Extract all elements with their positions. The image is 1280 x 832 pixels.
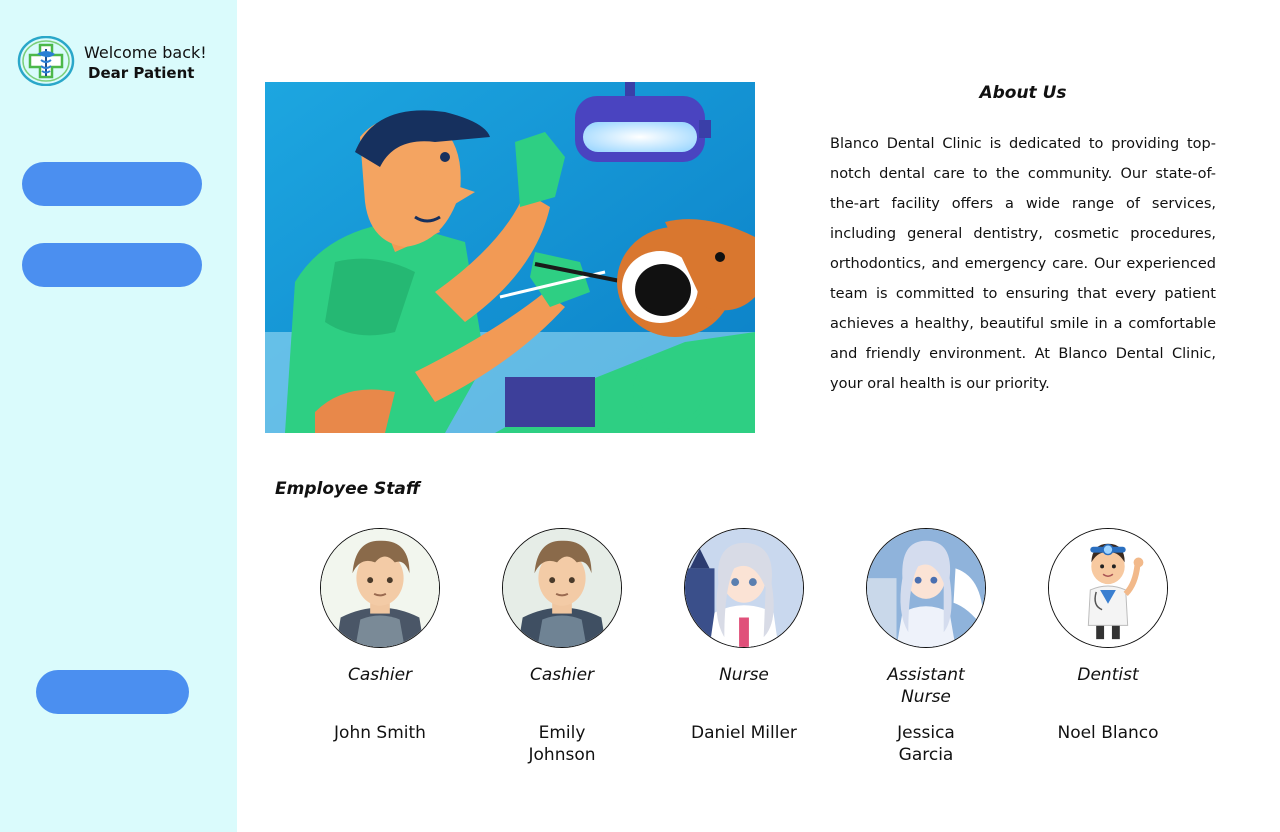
sidebar-nav-button-1[interactable] <box>22 162 202 206</box>
medical-caduceus-icon <box>17 35 75 87</box>
employee-staff-heading: Employee Staff <box>275 479 421 499</box>
staff-avatar <box>1048 528 1168 648</box>
welcome-text: Welcome back! <box>84 43 207 62</box>
staff-name: Daniel Miller <box>691 723 797 743</box>
staff-avatar <box>320 528 440 648</box>
about-us-heading: About Us <box>979 83 1067 103</box>
staff-role: Dentist <box>1077 665 1139 685</box>
sidebar-nav-button-3[interactable] <box>36 670 189 714</box>
sidebar-nav-button-2[interactable] <box>22 243 202 287</box>
staff-role: Cashier <box>347 665 413 685</box>
sidebar: Welcome back! Dear Patient <box>0 0 237 832</box>
staff-role: Cashier <box>529 665 595 685</box>
staff-avatar <box>502 528 622 648</box>
dentist-illustration <box>265 82 755 433</box>
patient-name: Dear Patient <box>88 64 195 82</box>
staff-avatar <box>866 528 986 648</box>
staff-name: John Smith <box>334 723 426 743</box>
staff-avatar <box>684 528 804 648</box>
staff-name: Noel Blanco <box>1057 723 1159 743</box>
staff-role: Nurse <box>719 665 769 685</box>
staff-name: Emily Johnson <box>528 723 596 765</box>
about-us-text: Blanco Dental Clinic is dedicated to pro… <box>830 136 1216 392</box>
staff-role: Assistant Nurse <box>887 665 965 707</box>
staff-name: Jessica Garcia <box>897 723 955 765</box>
